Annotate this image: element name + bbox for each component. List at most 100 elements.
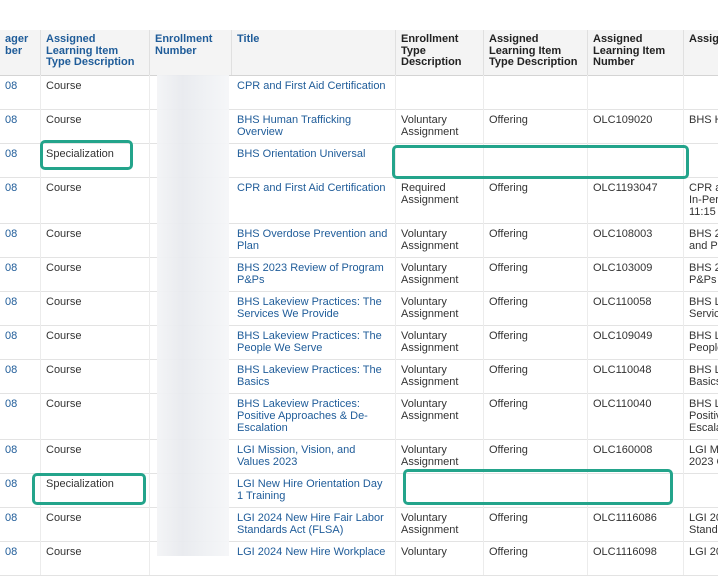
- cell-c4: Voluntary Assignment: [396, 223, 484, 257]
- cell-c0[interactable]: 08: [0, 75, 41, 109]
- table-row: 08 Course BHS Overdose Prevention and Plan…: [0, 223, 718, 258]
- cell-c0[interactable]: 08: [0, 291, 41, 325]
- column-header-c1[interactable]: Assigned Learning Item Type Description: [41, 30, 150, 75]
- cell-c1: Course: [41, 257, 150, 291]
- cell-c5: Offering: [484, 507, 588, 541]
- cell-c0[interactable]: 08: [0, 359, 41, 393]
- cell-c3[interactable]: BHS Lakeview Practices: The People We Se…: [232, 325, 396, 359]
- table-row: 08 Course LGI 2024 New Hire Fair Labor Sta…: [0, 507, 718, 542]
- cell-c1: Course: [41, 507, 150, 541]
- cell-c1: Course: [41, 325, 150, 359]
- cell-c3[interactable]: BHS Orientation Universal: [232, 143, 396, 177]
- cell-c4: Voluntary Assignment: [396, 439, 484, 473]
- cell-c4: Voluntary Assignment: [396, 359, 484, 393]
- cell-c7: BHS L Positiv Escala: [684, 393, 718, 439]
- cell-c5: Offering: [484, 393, 588, 439]
- cell-c3[interactable]: CPR and First Aid Certification: [232, 75, 396, 109]
- cell-c1: Course: [41, 223, 150, 257]
- cell-c7: BHS L People: [684, 325, 718, 359]
- cell-c0[interactable]: 08: [0, 325, 41, 359]
- cell-c7: BHS 2 P&Ps: [684, 257, 718, 291]
- cell-c1: Course: [41, 393, 150, 439]
- cell-c0[interactable]: 08: [0, 393, 41, 439]
- highlight-empty-fields-2: [403, 469, 673, 505]
- cell-c4: Voluntary: [396, 541, 484, 575]
- table-row: 08 Course LGI 2024 New Hire Workplace Volun…: [0, 541, 718, 576]
- column-header-c6[interactable]: Assigned Learning Item Number: [588, 30, 684, 75]
- cell-c3[interactable]: LGI New Hire Orientation Day 1 Training: [232, 473, 396, 507]
- cell-c4: Voluntary Assignment: [396, 291, 484, 325]
- cell-c5: Offering: [484, 439, 588, 473]
- column-header-c0[interactable]: ager ber: [0, 30, 41, 75]
- cell-c1: Course: [41, 541, 150, 575]
- cell-c6: OLC110048: [588, 359, 684, 393]
- cell-c3[interactable]: LGI 2024 New Hire Workplace: [232, 541, 396, 575]
- cell-c0[interactable]: 08: [0, 109, 41, 143]
- toolbar-area: [0, 0, 718, 30]
- table-row: 08 Course CPR and First Aid Certification R…: [0, 177, 718, 224]
- cell-c5: Offering: [484, 541, 588, 575]
- cell-c5: Offering: [484, 109, 588, 143]
- cell-c3[interactable]: BHS Lakeview Practices: Positive Approac…: [232, 393, 396, 439]
- cell-c0[interactable]: 08: [0, 439, 41, 473]
- cell-c5: Offering: [484, 359, 588, 393]
- cell-c1: Course: [41, 359, 150, 393]
- cell-c4: Voluntary Assignment: [396, 393, 484, 439]
- cell-c7: BHS 2 and P: [684, 223, 718, 257]
- cell-c1: Course: [41, 109, 150, 143]
- cell-c1: Course: [41, 75, 150, 109]
- table-row: 08 Course BHS Human Trafficking Overview Vo…: [0, 109, 718, 144]
- table-row: 08 Course BHS Lakeview Practices: The Peop…: [0, 325, 718, 360]
- cell-c1: Course: [41, 439, 150, 473]
- cell-c7: [684, 75, 718, 109]
- cell-c6: OLC110058: [588, 291, 684, 325]
- cell-c6: OLC103009: [588, 257, 684, 291]
- column-header-c7[interactable]: Assig: [684, 30, 718, 75]
- table-header: ager ber Assigned Learning Item Type Desc…: [0, 30, 718, 76]
- table-row: 08 Course BHS 2023 Review of Program P&Ps V…: [0, 257, 718, 292]
- cell-c3[interactable]: BHS Overdose Prevention and Plan: [232, 223, 396, 257]
- cell-c6: OLC1193047: [588, 177, 684, 223]
- table-row: 08 Course BHS Lakeview Practices: Positive…: [0, 393, 718, 440]
- cell-c7: LGI 20 Stand: [684, 507, 718, 541]
- column-header-c4[interactable]: Enrollment Type Description: [396, 30, 484, 75]
- cell-c3[interactable]: LGI Mission, Vision, and Values 2023: [232, 439, 396, 473]
- cell-c0[interactable]: 08: [0, 177, 41, 223]
- column-header-c3[interactable]: Title: [232, 30, 396, 75]
- cell-c5: Offering: [484, 177, 588, 223]
- cell-c0[interactable]: 08: [0, 223, 41, 257]
- cell-c3[interactable]: BHS Lakeview Practices: The Services We …: [232, 291, 396, 325]
- highlight-empty-fields-1: [392, 145, 689, 179]
- cell-c3[interactable]: BHS 2023 Review of Program P&Ps: [232, 257, 396, 291]
- highlight-specialization-2: [32, 473, 146, 505]
- cell-c3[interactable]: LGI 2024 New Hire Fair Labor Standards A…: [232, 507, 396, 541]
- cell-c0[interactable]: 08: [0, 541, 41, 575]
- cell-c6: OLC110040: [588, 393, 684, 439]
- cell-c6: [588, 75, 684, 109]
- cell-c4: Voluntary Assignment: [396, 257, 484, 291]
- column-header-c2[interactable]: Enrollment Number: [150, 30, 232, 75]
- cell-c7: BHS H: [684, 109, 718, 143]
- cell-c6: OLC108003: [588, 223, 684, 257]
- cell-c6: OLC1116098: [588, 541, 684, 575]
- cell-c0[interactable]: 08: [0, 507, 41, 541]
- cell-c5: Offering: [484, 325, 588, 359]
- cell-c3[interactable]: BHS Human Trafficking Overview: [232, 109, 396, 143]
- cell-c7: [684, 143, 718, 177]
- cell-c3[interactable]: CPR and First Aid Certification: [232, 177, 396, 223]
- cell-c0[interactable]: 08: [0, 143, 41, 177]
- cell-c1: Course: [41, 291, 150, 325]
- cell-c3[interactable]: BHS Lakeview Practices: The Basics: [232, 359, 396, 393]
- column-header-c5[interactable]: Assigned Learning Item Type Description: [484, 30, 588, 75]
- cell-c4: Voluntary Assignment: [396, 507, 484, 541]
- cell-c7: LGI M 2023 C: [684, 439, 718, 473]
- highlight-specialization-1: [40, 140, 133, 170]
- redacted-enrollment-numbers: [157, 75, 229, 556]
- cell-c7: BHS L Basics: [684, 359, 718, 393]
- cell-c6: OLC109020: [588, 109, 684, 143]
- cell-c0[interactable]: 08: [0, 257, 41, 291]
- table-row: 08 Course CPR and First Aid Certification: [0, 75, 718, 110]
- cell-c7: BHS L Servic: [684, 291, 718, 325]
- cell-c5: [484, 75, 588, 109]
- cell-c7: [684, 473, 718, 507]
